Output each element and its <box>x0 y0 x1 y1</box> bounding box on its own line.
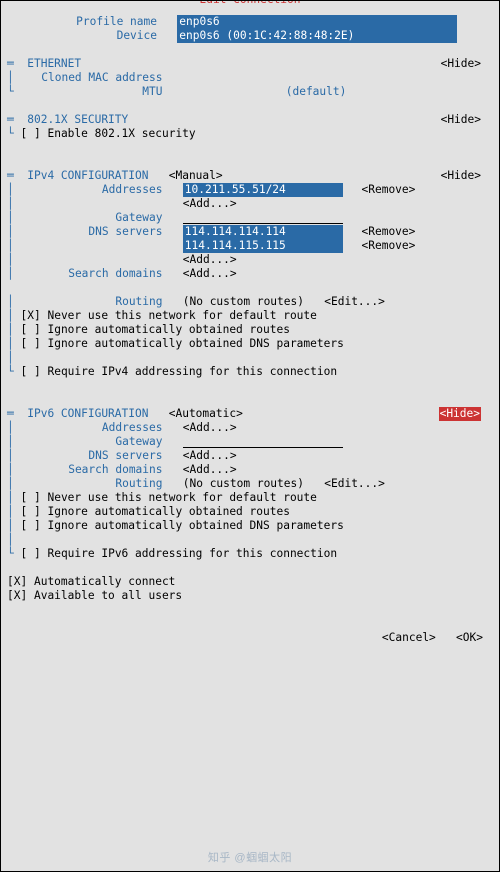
ipv4-dns-label: DNS servers <box>21 225 163 239</box>
ipv6-addresses-label: Addresses <box>21 421 163 435</box>
ipv6-routing-label: Routing <box>21 477 163 491</box>
ipv6-dns-label: DNS servers <box>21 449 163 463</box>
mtu-label: MTU <box>21 85 163 99</box>
ipv6-search-add-button[interactable]: <Add...> <box>183 463 237 477</box>
ipv4-ign-dns-checkbox[interactable]: [ ] Ignore automatically obtained DNS pa… <box>21 337 344 350</box>
ipv4-search-add-button[interactable]: <Add...> <box>183 267 237 281</box>
ipv4-address-add-button[interactable]: <Add...> <box>183 197 237 211</box>
ipv4-ign-routes-checkbox[interactable]: [ ] Ignore automatically obtained routes <box>21 323 290 336</box>
section-ethernet: ETHERNET <box>27 57 81 71</box>
ipv6-dns-add-button[interactable]: <Add...> <box>183 449 237 463</box>
ok-button[interactable]: <OK> <box>456 631 483 645</box>
ipv6-address-add-button[interactable]: <Add...> <box>183 421 237 435</box>
watermark: 知乎 @蝈蝈太阳 <box>1 851 499 865</box>
ipv4-addresses-label: Addresses <box>21 183 163 197</box>
ipv4-mode-select[interactable]: <Manual> <box>169 169 223 183</box>
ipv4-dns1-input[interactable]: 114.114.114.114 <box>183 225 343 239</box>
mtu-default-hint: (default) <box>286 85 347 98</box>
ipv6-ign-routes-checkbox[interactable]: [ ] Ignore automatically obtained routes <box>21 505 290 518</box>
ipv6-gateway-label: Gateway <box>21 435 163 449</box>
enable-8021x-checkbox[interactable]: [ ] Enable 802.1X security <box>21 127 196 140</box>
ipv6-search-label: Search domains <box>21 463 163 477</box>
ipv6-require-checkbox[interactable]: [ ] Require IPv6 addressing for this con… <box>21 547 338 560</box>
section-security: 802.1X SECURITY <box>27 113 128 127</box>
ipv4-dns2-input[interactable]: 114.114.115.115 <box>183 239 343 253</box>
ipv6-defroute-checkbox[interactable]: [ ] Never use this network for default r… <box>21 491 317 504</box>
ipv4-require-checkbox[interactable]: [ ] Require IPv4 addressing for this con… <box>21 365 338 378</box>
ipv6-hide-button[interactable]: <Hide> <box>439 407 481 421</box>
device-input[interactable]: enp0s6 (00:1C:42:88:48:2E) <box>177 29 457 43</box>
ipv4-address-remove-button[interactable]: <Remove> <box>362 183 416 197</box>
security-hide-button[interactable]: <Hide> <box>441 113 481 127</box>
window-title: Edit Connection <box>195 0 304 7</box>
ipv4-address-input[interactable]: 10.211.55.51/24 <box>183 183 343 197</box>
available-all-checkbox[interactable]: [X] Available to all users <box>7 589 182 602</box>
device-label: Device <box>7 29 157 43</box>
ipv4-gateway-input[interactable] <box>183 211 343 224</box>
ipv6-gateway-input[interactable] <box>183 435 343 448</box>
ipv4-dns1-remove-button[interactable]: <Remove> <box>362 225 416 239</box>
section-ipv4: IPv4 CONFIGURATION <box>27 169 148 183</box>
cloned-mac-label: Cloned MAC address <box>21 71 163 85</box>
ipv6-ign-dns-checkbox[interactable]: [ ] Ignore automatically obtained DNS pa… <box>21 519 344 532</box>
ipv4-defroute-checkbox[interactable]: [X] Never use this network for default r… <box>21 309 317 322</box>
ipv4-hide-button[interactable]: <Hide> <box>441 169 481 183</box>
cancel-button[interactable]: <Cancel> <box>382 631 436 645</box>
ipv4-routing-edit-button[interactable]: <Edit...> <box>324 295 385 309</box>
ethernet-hide-button[interactable]: <Hide> <box>441 57 481 71</box>
ipv4-search-label: Search domains <box>21 267 163 281</box>
profile-name-label: Profile name <box>7 15 157 29</box>
ipv6-routing-state: (No custom routes) <box>183 477 304 491</box>
ipv6-mode-select[interactable]: <Automatic> <box>169 407 243 421</box>
edit-connection-window: Edit Connection Profile name enp0s6 Devi… <box>0 0 500 872</box>
auto-connect-checkbox[interactable]: [X] Automatically connect <box>7 575 175 588</box>
ipv6-routing-edit-button[interactable]: <Edit...> <box>324 477 385 491</box>
ipv4-dns2-remove-button[interactable]: <Remove> <box>362 239 416 253</box>
ipv4-routing-state: (No custom routes) <box>183 295 304 309</box>
ipv4-dns-add-button[interactable]: <Add...> <box>183 253 237 267</box>
section-ipv6: IPv6 CONFIGURATION <box>27 407 148 421</box>
ipv4-routing-label: Routing <box>21 295 163 309</box>
ipv4-gateway-label: Gateway <box>21 211 163 225</box>
profile-name-input[interactable]: enp0s6 <box>177 15 457 29</box>
